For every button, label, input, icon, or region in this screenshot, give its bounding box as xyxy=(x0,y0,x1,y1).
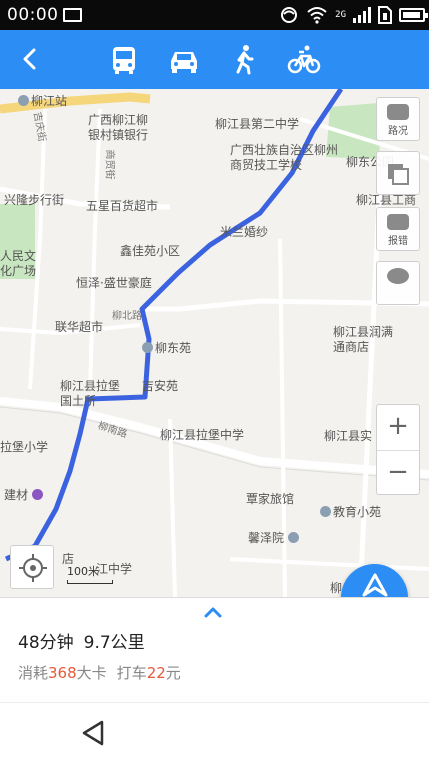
poi-label: 柳东苑 xyxy=(142,341,191,356)
poi-label: 拉堡小学 xyxy=(0,440,49,454)
poi-label: 人民文化广场 xyxy=(0,249,37,278)
status-icons: 2G xyxy=(279,4,428,26)
building-icon xyxy=(287,532,299,543)
shop-icon xyxy=(31,489,43,500)
bus-icon[interactable] xyxy=(105,41,143,79)
poi-label: 覃家旅馆 xyxy=(246,492,295,506)
building-icon xyxy=(142,342,153,353)
crosshair-icon xyxy=(19,554,47,582)
layers-button[interactable] xyxy=(376,151,420,195)
navigation-arrow-icon xyxy=(362,573,388,597)
poi-label: 柳江县第二中学 xyxy=(215,117,300,131)
system-navigation-bar xyxy=(0,702,429,761)
taxi-fare-value: 22 xyxy=(146,664,166,682)
locate-button[interactable] xyxy=(10,545,54,589)
poi-label: 吉安苑 xyxy=(142,379,179,393)
route-summary: 48分钟 9.7公里 xyxy=(18,628,145,653)
status-bar: 00:00 2G xyxy=(0,0,429,30)
sim-card-icon xyxy=(378,6,392,24)
poi-label: 恒泽·盛世豪庭 xyxy=(76,276,152,290)
poi-label: 柳江县拉堡国土所 xyxy=(60,379,121,408)
car-icon[interactable] xyxy=(165,41,203,79)
station-icon xyxy=(18,95,29,106)
transport-mode-bar xyxy=(0,30,429,89)
chevron-up-icon[interactable] xyxy=(203,606,223,618)
route-search-button[interactable] xyxy=(376,261,420,305)
traffic-icon xyxy=(387,104,409,120)
battery-icon xyxy=(399,8,428,22)
do-not-disturb-icon xyxy=(281,7,298,23)
report-icon xyxy=(387,214,409,230)
poi-label: 米兰婚纱 xyxy=(220,225,269,239)
poi-label: 柳江县工商 xyxy=(356,193,417,207)
map-view[interactable]: 柳江站 广西柳江柳银村镇银行 柳江县第二中学 广西壮族自治区柳州商贸技工学校 柳… xyxy=(0,89,429,597)
route-duration: 48分钟 xyxy=(18,633,74,653)
poi-label: 兴隆步行街 xyxy=(4,193,65,207)
poi-label: 柳江县实 xyxy=(324,429,373,443)
poi-label: 馨泽院 xyxy=(248,531,301,546)
route-costs: 消耗368大卡 打车22元 xyxy=(18,664,181,682)
image-icon xyxy=(63,8,82,22)
report-error-button[interactable]: 报错 xyxy=(376,207,420,251)
network-type-label: 2G xyxy=(335,9,346,20)
route-distance: 9.7公里 xyxy=(83,633,145,653)
back-triangle-icon[interactable] xyxy=(80,719,106,747)
poi-label: 鑫佳苑小区 xyxy=(120,244,181,258)
bicycle-icon[interactable] xyxy=(285,41,323,79)
poi-label: 广西壮族自治区柳州商贸技工学校 xyxy=(230,143,339,172)
walking-icon[interactable] xyxy=(225,41,263,79)
chevron-left-icon[interactable] xyxy=(10,39,50,79)
layers-icon xyxy=(388,164,409,185)
route-search-icon xyxy=(387,268,409,284)
calories-value: 368 xyxy=(48,664,77,682)
poi-label: 柳江县润满通商店 xyxy=(333,325,394,354)
zoom-out-button[interactable]: − xyxy=(377,450,419,495)
poi-label: 联华超市 xyxy=(55,320,104,334)
poi-label: 柳江县拉堡中学 xyxy=(160,428,245,442)
building-icon xyxy=(320,506,331,517)
zoom-control: + − xyxy=(376,404,420,495)
poi-label: 教育小苑 xyxy=(320,505,381,520)
poi-label: 柳江站 xyxy=(18,94,67,109)
road-label: 柳北路 xyxy=(112,311,142,322)
status-time: 00:00 xyxy=(7,5,59,25)
map-scale: 100米 xyxy=(67,563,113,584)
poi-label: 广西柳江柳银村镇银行 xyxy=(88,113,149,142)
cellular-signal-icon xyxy=(353,7,371,23)
poi-label: 建材 xyxy=(4,488,45,503)
traffic-button[interactable]: 路况 xyxy=(376,97,420,141)
zoom-in-button[interactable]: + xyxy=(377,405,419,450)
poi-label: 五星百货超市 xyxy=(86,199,159,213)
road-label: 商贸街 xyxy=(103,149,115,180)
route-summary-panel[interactable]: 48分钟 9.7公里 消耗368大卡 打车22元 xyxy=(0,597,429,702)
wifi-icon xyxy=(307,7,327,24)
